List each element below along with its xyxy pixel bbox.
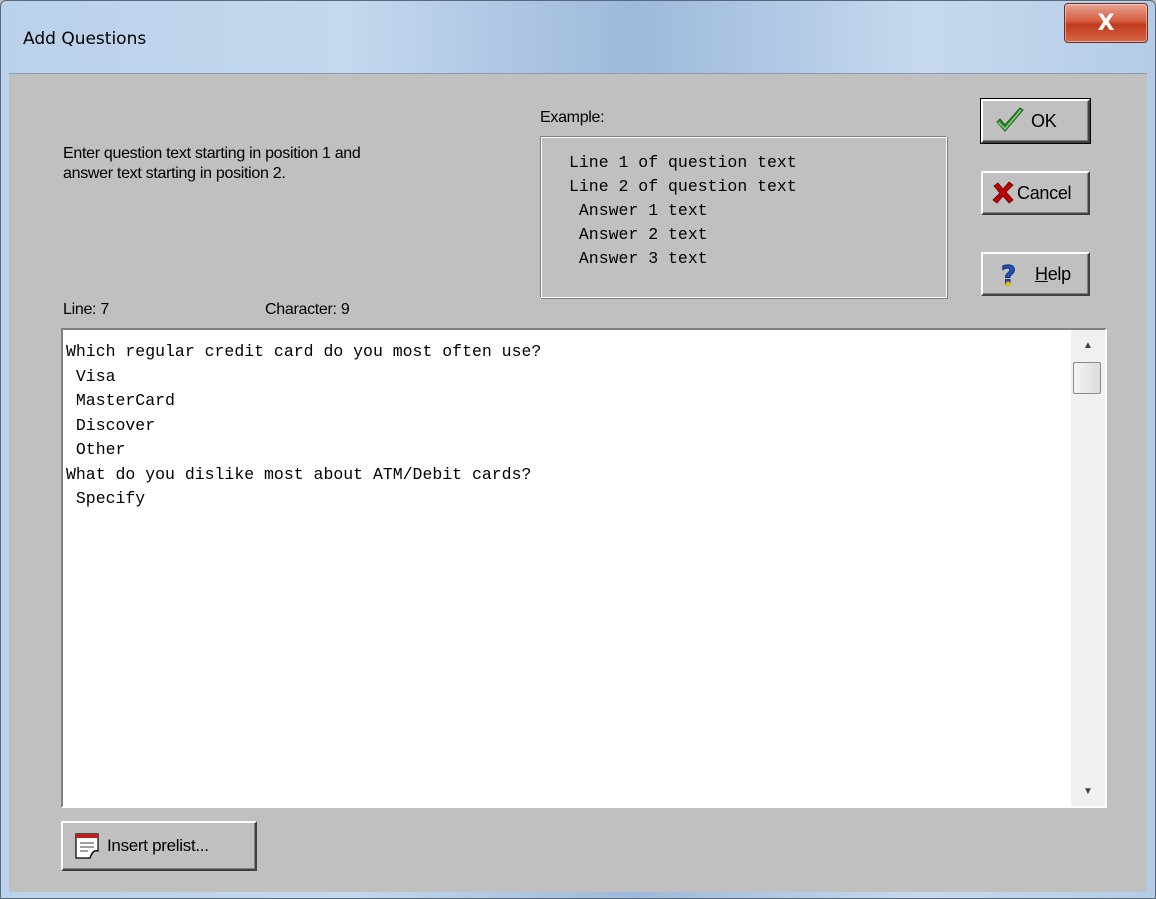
example-line: Answer 3 text — [569, 249, 708, 268]
help-mnemonic: H — [1035, 263, 1048, 284]
example-line: Answer 2 text — [569, 225, 708, 244]
question-mark-icon: ? — [995, 259, 1025, 289]
editor-line: Other — [66, 440, 126, 459]
example-box: Line 1 of question text Line 2 of questi… — [540, 136, 947, 298]
window-title: Add Questions — [23, 29, 147, 49]
question-text-editor[interactable]: Which regular credit card do you most of… — [61, 328, 1107, 808]
help-button[interactable]: ? Help — [981, 252, 1090, 296]
ok-button[interactable]: OK — [980, 98, 1091, 144]
character-indicator: Character: 9 — [265, 301, 350, 318]
editor-line: Discover — [66, 415, 156, 435]
document-icon — [73, 831, 103, 861]
example-line: Answer 1 text — [569, 201, 708, 220]
help-label-rest: elp — [1047, 263, 1071, 284]
close-button[interactable]: X — [1064, 3, 1148, 43]
editor-content[interactable]: Which regular credit card do you most of… — [66, 340, 541, 512]
cancel-button[interactable]: Cancel — [981, 171, 1090, 215]
editor-line: Which regular credit card do you most of… — [66, 342, 542, 361]
instructions-text: Enter question text starting in position… — [63, 145, 361, 182]
line-indicator: Line: 7 — [63, 301, 109, 318]
scroll-up-arrow-icon[interactable]: ▲ — [1071, 330, 1105, 360]
example-line: Line 1 of question text — [569, 153, 797, 172]
editor-line: What do you dislike most about ATM/Debit… — [66, 464, 532, 484]
editor-line: Specify — [66, 489, 146, 508]
help-label: Help — [1035, 264, 1071, 285]
scroll-down-arrow-icon[interactable]: ▼ — [1071, 776, 1105, 806]
ok-label: OK — [1031, 110, 1057, 131]
insert-prelist-label: Insert prelist... — [107, 836, 209, 855]
add-questions-dialog: Add Questions X Enter question text star… — [0, 0, 1156, 899]
cancel-label: Cancel — [1017, 182, 1072, 203]
example-line: Line 2 of question text — [569, 177, 797, 196]
dialog-body: Enter question text starting in position… — [9, 73, 1147, 892]
editor-line: Visa — [66, 366, 116, 386]
close-icon: X — [1097, 10, 1115, 36]
insert-prelist-button[interactable]: Insert prelist... — [61, 821, 257, 871]
scroll-thumb[interactable] — [1073, 362, 1101, 394]
title-bar[interactable]: Add Questions X — [1, 1, 1155, 73]
editor-line: MasterCard — [66, 391, 175, 410]
example-label: Example: — [540, 109, 605, 126]
vertical-scrollbar[interactable]: ▲ ▼ — [1071, 330, 1105, 806]
checkmark-icon — [995, 106, 1025, 136]
red-x-icon — [991, 178, 1015, 208]
